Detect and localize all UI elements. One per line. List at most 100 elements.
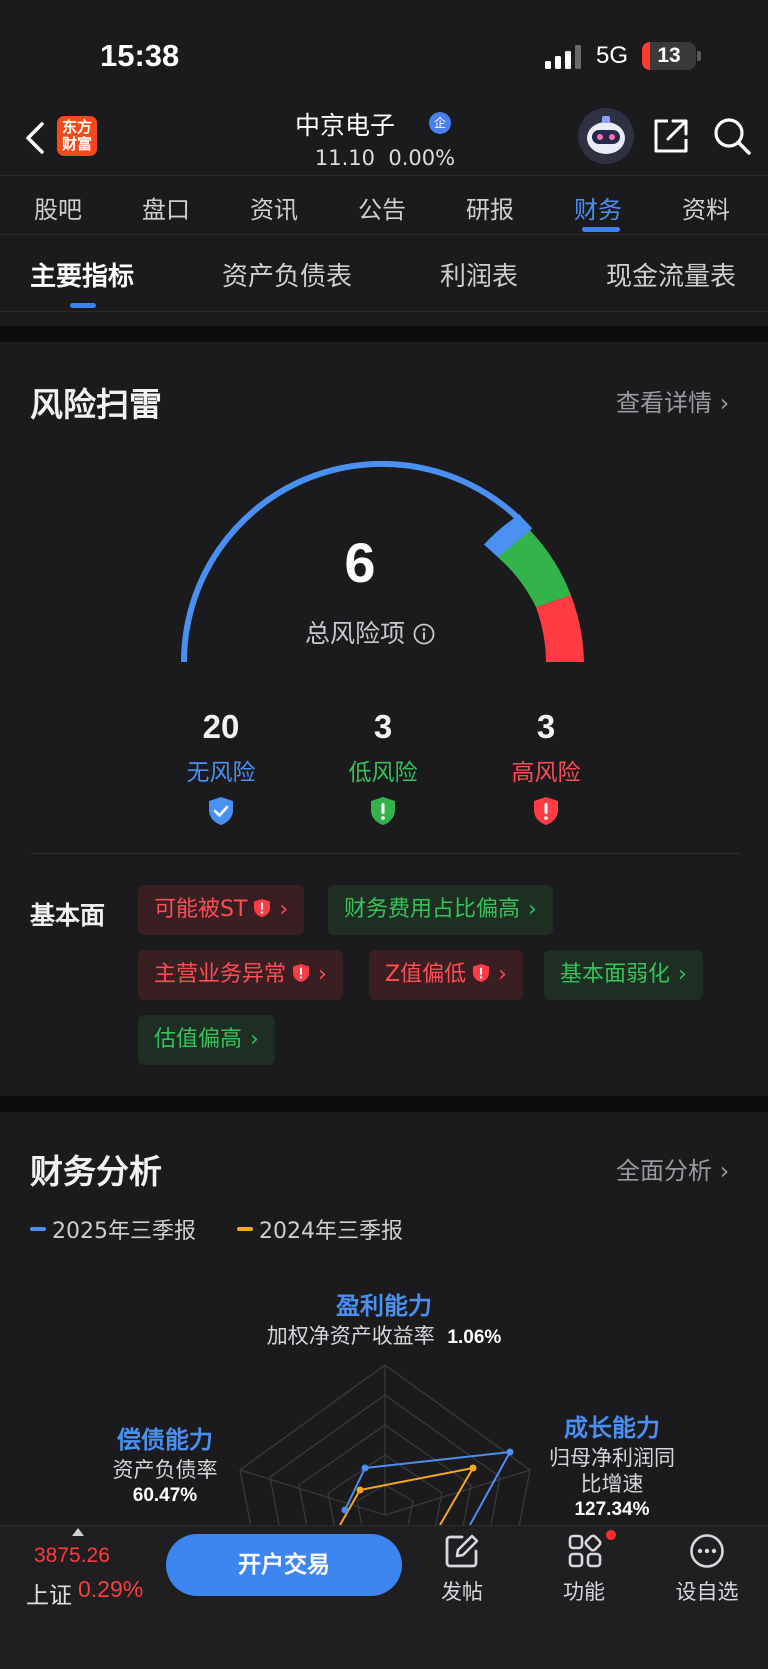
- profit-metric-label: 加权净资产收益率: [266, 1324, 435, 1348]
- no-risk-label: 无风险: [186, 760, 256, 786]
- subtab-key-indicators[interactable]: 主要指标: [30, 256, 134, 293]
- shield-alert-icon: [254, 899, 271, 917]
- edit-icon[interactable]: [444, 1533, 480, 1569]
- apps-icon[interactable]: [567, 1533, 603, 1569]
- section-separator: [0, 326, 768, 342]
- risk-tag-fundamentals-weak[interactable]: 基本面弱化 ›: [544, 950, 703, 1000]
- more-icon[interactable]: [689, 1533, 725, 1569]
- tab-guba[interactable]: 股吧: [34, 190, 82, 225]
- subtab-income-statement[interactable]: 利润表: [440, 256, 518, 293]
- subtab-cash-flow[interactable]: 现金流量表: [606, 256, 736, 293]
- tab-profile[interactable]: 资料: [682, 190, 730, 225]
- profit-title: 盈利能力: [336, 1292, 432, 1320]
- stock-change: 0.00%: [388, 146, 456, 170]
- info-icon[interactable]: [413, 623, 435, 645]
- risk-tag-text: 基本面弱化: [560, 962, 671, 987]
- total-risk-label[interactable]: 总风险项: [290, 614, 450, 650]
- tab-news[interactable]: 资讯: [250, 190, 298, 225]
- risk-details-link[interactable]: 查看详情 ›: [616, 383, 729, 418]
- tab-research[interactable]: 研报: [466, 190, 514, 225]
- growth-metric-line2: 比增速: [580, 1472, 644, 1496]
- shield-warning-icon: [371, 797, 395, 825]
- chevron-right-icon: ›: [678, 962, 687, 987]
- profit-value: 1.06%: [447, 1327, 502, 1348]
- risk-tag-text: 可能被ST: [154, 897, 248, 922]
- share-icon[interactable]: [651, 116, 691, 156]
- header-divider: [0, 175, 768, 176]
- risk-tag-finance-cost[interactable]: 财务费用占比偏高 ›: [328, 885, 553, 935]
- notification-dot: [606, 1530, 616, 1540]
- index-change[interactable]: 0.29%: [78, 1576, 143, 1603]
- network-type: 5G: [596, 42, 629, 69]
- shield-check-icon: [209, 797, 233, 825]
- risk-tag-text: 主营业务异常: [154, 962, 287, 987]
- app-logo[interactable]: 东方 财富: [57, 116, 97, 156]
- verified-badge-icon: 企: [429, 112, 451, 134]
- risk-tag-valuation-high[interactable]: 估值偏高 ›: [138, 1015, 275, 1065]
- risk-tag-text: Z值偏低: [385, 962, 467, 987]
- radar-chart: [239, 1364, 531, 1525]
- section-separator: [0, 1096, 768, 1112]
- add-watchlist-label[interactable]: 设自选: [667, 1576, 747, 1606]
- risk-tag-z-value[interactable]: Z值偏低 ›: [369, 950, 523, 1000]
- chevron-right-icon: ›: [498, 962, 507, 987]
- chevron-right-icon: ›: [279, 897, 289, 922]
- stock-name[interactable]: 中京电子: [250, 106, 440, 142]
- shield-alert-icon: [293, 964, 310, 982]
- risk-tag-st[interactable]: 可能被ST ›: [138, 885, 305, 935]
- stock-price: 11.10: [314, 146, 376, 170]
- subtab-active-indicator: [70, 303, 96, 308]
- low-risk-label: 低风险: [348, 760, 418, 786]
- tabs-divider: [0, 234, 768, 235]
- risk-title: 风险扫雷: [30, 385, 162, 424]
- high-risk-label: 高风险: [511, 760, 581, 786]
- low-risk-count: 3: [373, 708, 393, 745]
- chevron-right-icon: ›: [250, 1027, 259, 1052]
- solvency-value: 60.47%: [132, 1485, 198, 1506]
- back-icon[interactable]: [22, 118, 52, 158]
- legend-2024: 2024年三季报: [259, 1219, 403, 1244]
- legend-2024-swatch: [237, 1227, 253, 1231]
- index-name[interactable]: 上证: [26, 1576, 72, 1610]
- tab-pankou[interactable]: 盘口: [142, 190, 190, 225]
- finance-full-analysis-link[interactable]: 全面分析 ›: [616, 1151, 729, 1186]
- finance-title: 财务分析: [30, 1152, 162, 1191]
- battery-icon: 13: [642, 42, 696, 70]
- open-account-trade-button[interactable]: 开户交易: [166, 1534, 402, 1596]
- growth-title: 成长能力: [564, 1414, 660, 1442]
- robot-avatar[interactable]: [578, 108, 634, 164]
- high-risk-count: 3: [536, 708, 556, 745]
- search-icon[interactable]: [712, 116, 752, 156]
- battery-cap: [697, 51, 701, 61]
- chevron-right-icon: ›: [318, 962, 327, 987]
- shield-alert-icon: [473, 964, 490, 982]
- growth-value: 127.34%: [574, 1499, 650, 1520]
- profit-metric: 加权净资产收益率 1.06%: [254, 1320, 514, 1350]
- total-risk-label-text: 总风险项: [305, 619, 406, 648]
- risk-tag-main-business[interactable]: 主营业务异常 ›: [138, 950, 343, 1000]
- solvency-metric: 资产负债率: [112, 1458, 218, 1482]
- subtabs-divider: [0, 311, 768, 312]
- legend-2025: 2025年三季报: [52, 1219, 196, 1244]
- status-time: 15:38: [100, 38, 180, 73]
- solvency-title: 偿债能力: [117, 1426, 213, 1454]
- risk-tag-text: 财务费用占比偏高: [344, 897, 521, 922]
- no-risk-count: 20: [202, 708, 240, 745]
- subtab-balance-sheet[interactable]: 资产负债表: [222, 256, 352, 293]
- tab-announcements[interactable]: 公告: [358, 190, 406, 225]
- total-risk-count: 6: [344, 531, 376, 594]
- risk-divider: [30, 853, 740, 854]
- stock-quote: 11.10 0.00%: [300, 146, 470, 170]
- gauge-band-high: [536, 595, 584, 662]
- functions-label[interactable]: 功能: [544, 1576, 624, 1606]
- fundamentals-label: 基本面: [30, 901, 106, 930]
- index-value[interactable]: 3875.26: [34, 1544, 110, 1568]
- legend-2025-swatch: [30, 1227, 46, 1231]
- post-label[interactable]: 发帖: [422, 1576, 502, 1606]
- risk-tag-text: 估值偏高: [154, 1027, 243, 1052]
- battery-level: 13: [657, 44, 681, 67]
- index-up-arrow-icon: [72, 1528, 84, 1536]
- chevron-right-icon: ›: [528, 897, 537, 922]
- shield-alert-icon: [534, 797, 558, 825]
- tab-finance[interactable]: 财务: [574, 190, 622, 225]
